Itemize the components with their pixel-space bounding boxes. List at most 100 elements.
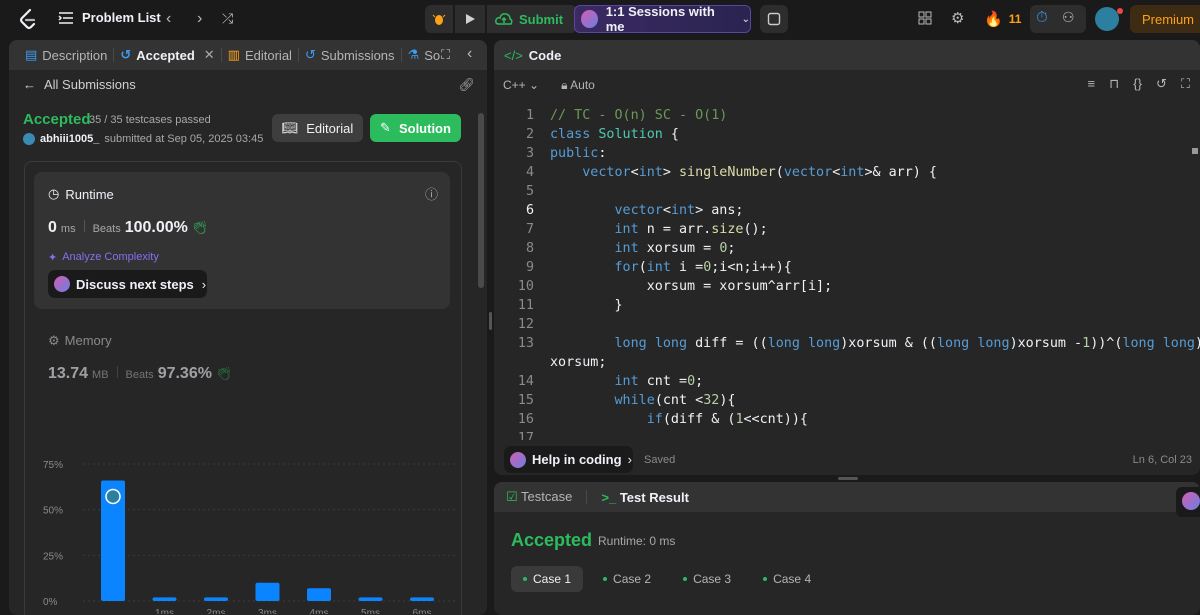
runtime-unit: ms: [60, 223, 76, 235]
line-number: 11: [517, 298, 534, 313]
case-label: Case 2: [613, 572, 652, 586]
next-problem-icon[interactable]: ›: [197, 10, 202, 28]
braces-icon[interactable]: {}: [1133, 76, 1142, 92]
panel-resize-handle[interactable]: [489, 312, 492, 330]
chevron-right-icon: ›: [201, 276, 207, 292]
line-number: 17: [517, 431, 534, 440]
sessions-dropdown[interactable]: 1:1 Sessions with me ⌄: [574, 4, 751, 34]
case-label: Case 1: [533, 572, 572, 586]
layout-grid-icon[interactable]: [918, 11, 932, 25]
premium-button[interactable]: Premium: [1130, 5, 1200, 33]
memory-label-group[interactable]: ⚙ Memory: [48, 333, 112, 349]
memory-value-group: 13.74 MB Beats 97.36% 👏︎: [48, 365, 232, 383]
prev-problem-icon[interactable]: ‹: [166, 10, 171, 28]
case-tab[interactable]: Case 2: [591, 566, 663, 592]
auto-mode-toggle[interactable]: 🔒︎ Auto: [561, 78, 595, 93]
code-line: class Solution {: [550, 127, 679, 142]
tab-editorial[interactable]: ▥ Editorial: [222, 40, 298, 70]
code-editor[interactable]: 1 // TC - O(n) SC - O(1) 2 class Solutio…: [494, 104, 1200, 440]
collapse-icon[interactable]: ‹: [467, 45, 472, 63]
bug-icon: [432, 14, 446, 25]
fullscreen-icon[interactable]: ⛶: [1181, 76, 1190, 92]
editor-scrollbar[interactable]: [1192, 148, 1198, 154]
solution-button[interactable]: ✎ Solution: [370, 114, 461, 142]
language-select[interactable]: C++ ⌄: [503, 78, 539, 92]
code-line: while(cnt <32){: [614, 393, 736, 408]
test-runtime: Runtime: 0 ms: [598, 534, 676, 548]
username[interactable]: abhiii1005_: [40, 133, 99, 145]
format-icon[interactable]: ≡: [1088, 76, 1096, 92]
tab-description[interactable]: ▤ Description: [19, 40, 113, 70]
cursor-position: Ln 6, Col 23: [1132, 454, 1192, 466]
tab-testcase[interactable]: ☑ Testcase: [506, 489, 572, 505]
close-icon[interactable]: ✕: [204, 47, 215, 63]
submission-status: Accepted: [23, 111, 91, 128]
left-scrollbar[interactable]: [478, 113, 484, 288]
discuss-next-steps-button[interactable]: Discuss next steps ›: [48, 270, 207, 298]
runtime-label: Runtime: [65, 186, 114, 202]
stopwatch-icon[interactable]: ⏱: [1036, 9, 1048, 26]
analyze-complexity-link[interactable]: ✦ Analyze Complexity: [48, 251, 159, 264]
submit-button[interactable]: Submit: [487, 5, 578, 33]
y-tick-label: 50%: [43, 506, 63, 517]
tab-submissions[interactable]: ↺ Submissions: [299, 40, 401, 70]
runtime-label-group: ◷ Runtime: [48, 186, 114, 202]
panel-resize-handle[interactable]: [838, 477, 858, 480]
chart-bar[interactable]: [255, 582, 280, 601]
avatar[interactable]: [23, 133, 35, 145]
all-submissions-link[interactable]: ← All Submissions: [23, 77, 136, 92]
chart-bar[interactable]: [358, 597, 383, 601]
result-details: ◷ Runtime ⓘ 0 ms Beats 100.00% 👏︎ ✦ Anal…: [24, 161, 462, 615]
streak-counter[interactable]: 🔥 11: [984, 10, 1021, 28]
reset-icon[interactable]: ↺: [1156, 76, 1167, 92]
memory-value: 13.74: [48, 365, 89, 382]
case-tab[interactable]: Case 4: [751, 566, 823, 592]
tab-accepted-label: Accepted: [136, 47, 195, 63]
floating-assistant-button[interactable]: [1176, 487, 1200, 517]
notes-button[interactable]: [760, 5, 788, 33]
chevron-down-icon: ⌄: [529, 78, 540, 92]
chart-bar[interactable]: [204, 597, 228, 601]
notification-dot: [1117, 8, 1123, 14]
user-avatar[interactable]: [1095, 7, 1119, 31]
line-number: 7: [525, 222, 534, 237]
link-icon[interactable]: 🔗︎: [458, 77, 475, 93]
tab-solutions[interactable]: ⚗ So: [402, 40, 447, 70]
help-in-coding-button[interactable]: Help in coding ›: [504, 446, 633, 473]
run-button[interactable]: [455, 5, 485, 33]
shuffle-icon[interactable]: ⤮: [222, 10, 233, 27]
chart-bar[interactable]: [307, 588, 331, 601]
chevron-right-icon: ›: [627, 452, 632, 467]
play-icon: [466, 14, 475, 24]
code-line: for(int i =0;i<n;i++){: [614, 260, 792, 275]
chart-bar[interactable]: [410, 597, 434, 601]
tab-submissions-label: Submissions: [320, 47, 395, 63]
code-line: vector<int> singleNumber(vector<int>& ar…: [582, 165, 937, 180]
ai-avatar: [54, 276, 70, 292]
runtime-card[interactable]: ◷ Runtime ⓘ 0 ms Beats 100.00% 👏︎ ✦ Anal…: [34, 172, 450, 309]
debug-button[interactable]: [425, 5, 453, 33]
case-tab[interactable]: Case 1: [511, 566, 584, 592]
add-user-icon[interactable]: ⚇: [1062, 9, 1075, 26]
leetcode-logo-icon[interactable]: [18, 8, 38, 30]
maximize-icon[interactable]: ⛶: [441, 47, 450, 63]
memory-chip-icon: ⚙: [48, 333, 60, 348]
premium-label: Premium: [1142, 11, 1195, 27]
tab-accepted[interactable]: ↺ Accepted ✕: [114, 40, 220, 70]
info-icon[interactable]: ⓘ: [425, 184, 438, 203]
chart-bar[interactable]: [152, 597, 177, 601]
your-submission-avatar: [105, 488, 121, 505]
line-number: 3: [525, 146, 534, 161]
x-tick-label: 4ms: [310, 608, 329, 614]
gear-icon[interactable]: ⚙: [951, 9, 964, 27]
tab-divider: [586, 490, 588, 504]
left-tabs: ▤ Description ↺ Accepted ✕ ▥ Editorial ↺ Subm…: [9, 40, 487, 70]
line-number: 8: [525, 241, 534, 256]
cloud-upload-icon: [495, 13, 513, 25]
editorial-button[interactable]: 📖︎ Editorial: [272, 114, 363, 142]
tab-test-result[interactable]: >_ Test Result: [601, 490, 689, 505]
case-tab[interactable]: Case 3: [671, 566, 743, 592]
bookmark-icon[interactable]: ⊓: [1109, 76, 1119, 92]
problem-list-button[interactable]: Problem List: [58, 10, 161, 25]
chevron-down-icon: ⌄: [741, 13, 750, 25]
